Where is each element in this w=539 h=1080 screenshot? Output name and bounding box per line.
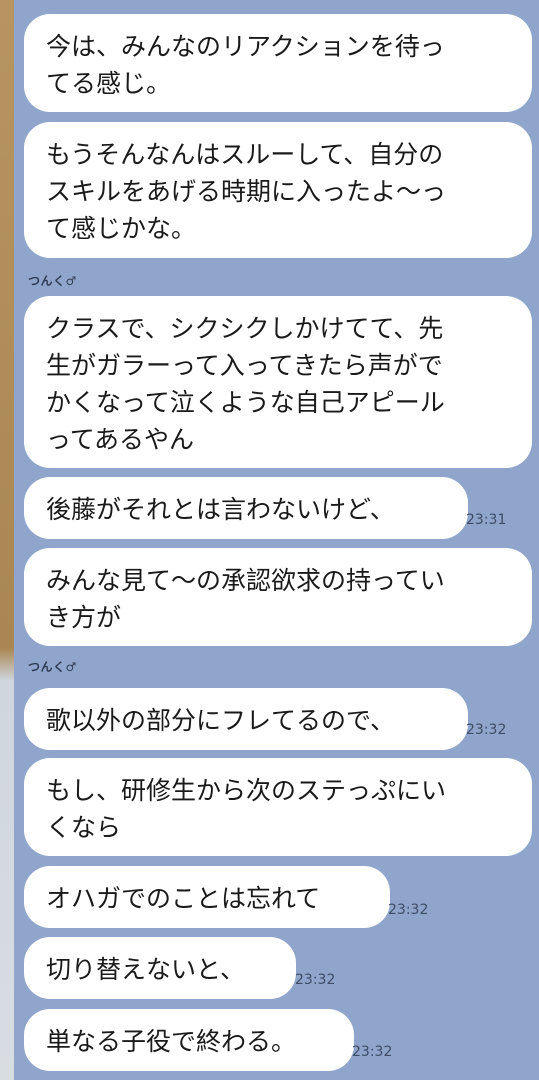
message-bubble: クラスで、シクシクしかけてて、先 生がガラーって入ってきたら声がで かくなって泣… — [24, 296, 532, 468]
message-time: 23:32 — [352, 1044, 393, 1060]
message-time: 23:31 — [466, 512, 507, 528]
sender-name: つんく♂ — [28, 660, 77, 674]
message-bubble: 歌以外の部分にフレてるので、 — [24, 688, 468, 750]
sender-name: つんく♂ — [28, 274, 77, 288]
background-edge — [0, 0, 14, 1080]
message-bubble: 今は、みんなのリアクションを待っ てる感じ。 — [24, 14, 532, 112]
message-bubble: 切り替えないと、 — [24, 937, 296, 999]
message-bubble: もうそんなんはスルーして、自分の スキルをあげる時期に入ったよ〜っ て感じかな。 — [24, 122, 532, 258]
message-time: 23:32 — [388, 902, 429, 918]
message-bubble: みんな見て〜の承認欲求の持ってい き方が — [24, 548, 532, 646]
message-bubble: オハガでのことは忘れて — [24, 866, 390, 928]
message-time: 23:32 — [466, 722, 507, 738]
message-bubble: 単なる子役で終わる。 — [24, 1009, 354, 1071]
chat-view[interactable]: 今は、みんなのリアクションを待っ てる感じ。 2 もうそんなんはスルーして、自分… — [14, 0, 539, 1080]
message-time: 23:32 — [295, 972, 336, 988]
message-bubble: もし、研修生から次のステっぷにい くなら — [24, 758, 532, 856]
message-bubble: 後藤がそれとは言わないけど、 — [24, 477, 468, 539]
